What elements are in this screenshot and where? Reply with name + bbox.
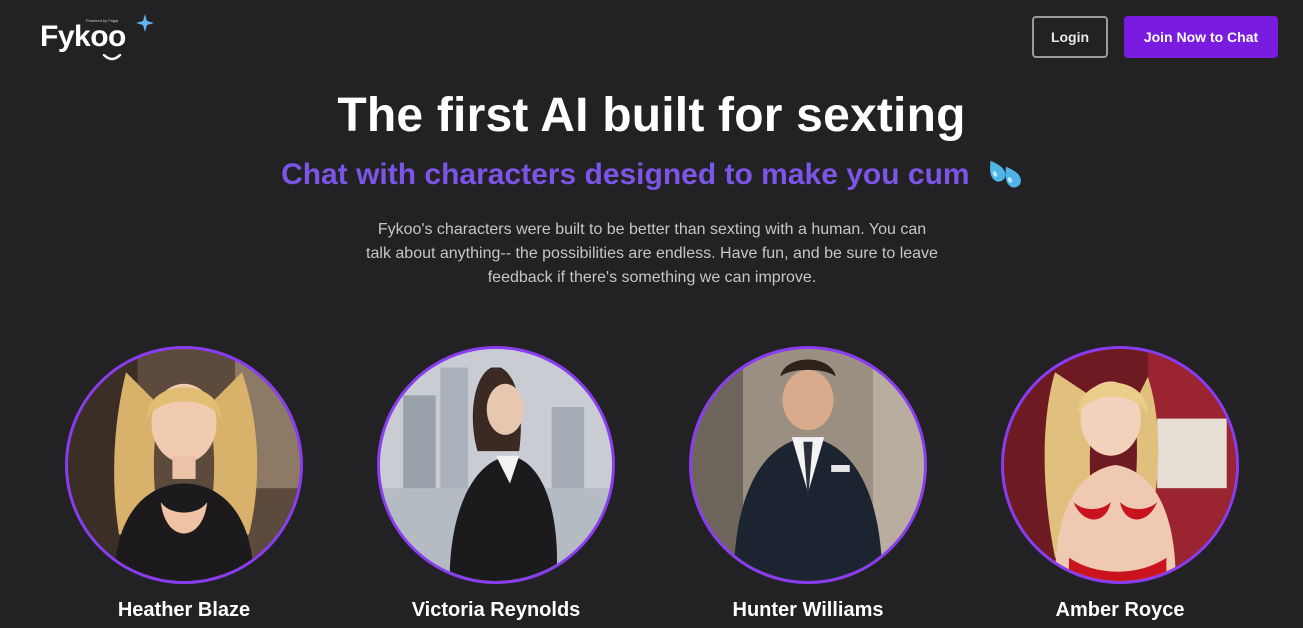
character-card-victoria-reynolds[interactable]: Victoria Reynolds — [371, 346, 621, 628]
join-now-button[interactable]: Join Now to Chat — [1124, 16, 1278, 58]
character-name[interactable]: Heather Blaze — [59, 599, 309, 622]
character-avatar[interactable] — [692, 349, 924, 581]
avatar-ring — [689, 346, 927, 584]
logo-text: Fykoo — [40, 20, 126, 53]
character-avatar[interactable] — [68, 349, 300, 581]
avatar-ring — [377, 346, 615, 584]
logo-smile-icon — [102, 54, 122, 61]
landing-page: Fykoo Powered by Fagai Login Join Now to… — [0, 0, 1303, 628]
fykoo-logo[interactable]: Fykoo Powered by Fagai — [40, 14, 160, 64]
hero-subtitle: Chat with characters designed to make yo… — [281, 158, 970, 191]
sparkle-icon — [136, 14, 154, 32]
character-avatar[interactable] — [380, 349, 612, 581]
character-card-amber-royce[interactable]: Amber Royce — [995, 346, 1245, 628]
character-name[interactable]: Victoria Reynolds — [371, 599, 621, 622]
character-name[interactable]: Hunter Williams — [683, 599, 933, 622]
character-list: Heather Blaze Victoria Reynolds Hunter W… — [0, 346, 1303, 628]
hero-title: The first AI built for sexting — [337, 89, 966, 142]
logo-tagline: Powered by Fagai — [86, 18, 119, 23]
sweat-droplets-icon — [990, 160, 1021, 188]
character-avatar[interactable] — [1004, 349, 1236, 581]
hero-subtitle-row: Chat with characters designed to make yo… — [0, 158, 1303, 192]
character-name[interactable]: Amber Royce — [995, 599, 1245, 622]
hero-description: Fykoo's characters were built to be bett… — [366, 221, 938, 286]
character-card-heather-blaze[interactable]: Heather Blaze — [59, 346, 309, 628]
avatar-ring — [1001, 346, 1239, 584]
login-button[interactable]: Login — [1032, 16, 1108, 58]
avatar-ring — [65, 346, 303, 584]
character-card-hunter-williams[interactable]: Hunter Williams — [683, 346, 933, 628]
